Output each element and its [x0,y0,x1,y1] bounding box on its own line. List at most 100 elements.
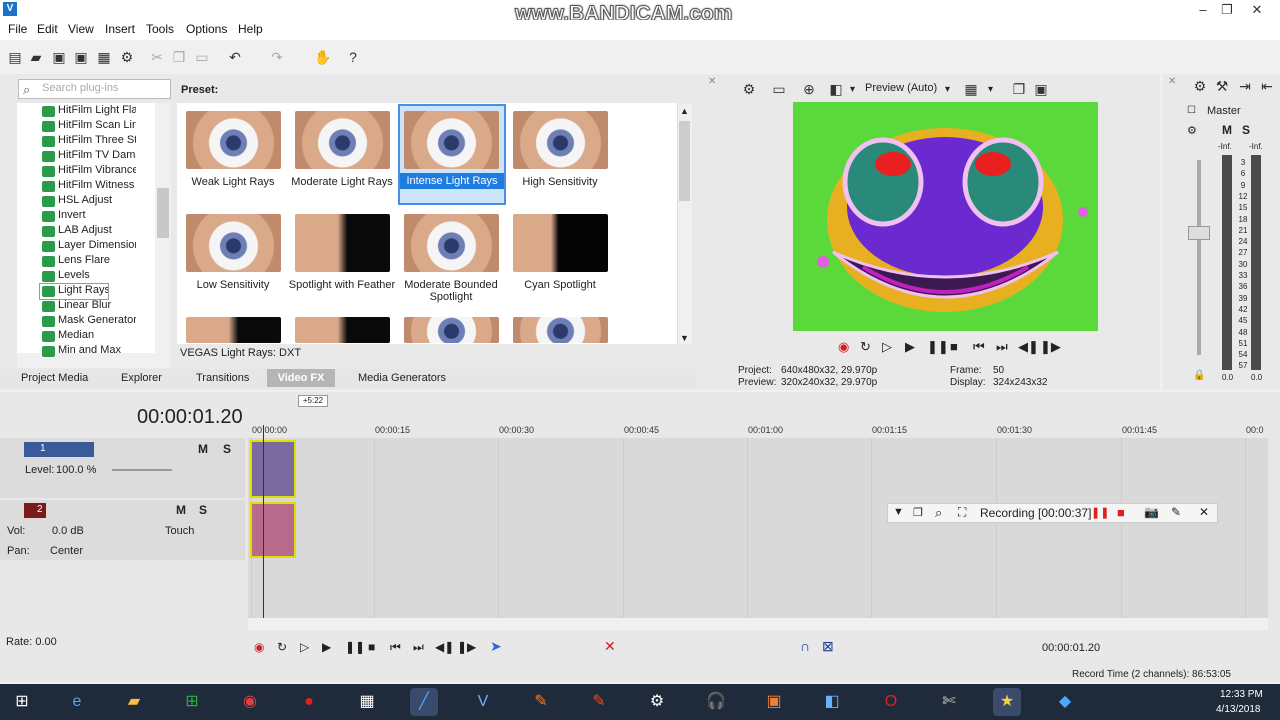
opera-icon[interactable]: O [877,688,905,716]
auto-ripple-icon[interactable]: ⊠ [822,638,834,655]
bus-dock-icon[interactable]: ⇤ [1258,77,1276,95]
pencil-icon[interactable]: ✎ [1171,505,1181,519]
menu-help[interactable]: Help [238,22,263,36]
vegas-movie-icon[interactable]: V [469,688,497,716]
start-icon[interactable]: ⊞ [8,688,36,716]
timeline-hscroll[interactable] [248,618,1268,630]
preset-label[interactable]: High Sensitivity [505,176,615,188]
save-as-icon[interactable]: ▣ [72,48,90,66]
paste-icon[interactable]: ▭ [193,48,211,66]
headphones-icon[interactable]: 🎧 [702,688,730,716]
menu-options[interactable]: Options [186,22,227,36]
chevron-down-icon[interactable]: ▾ [945,84,950,95]
plugin-item[interactable]: Min and Max [40,344,136,359]
preset-thumbnail[interactable] [404,214,499,272]
go-to-start-icon[interactable]: ⏮ [973,339,985,355]
preview-device-icon[interactable]: ▭ [770,80,788,98]
track-2-mute[interactable]: M [176,503,186,517]
bus-route-icon[interactable]: ⇥ [1236,77,1254,95]
file-explorer-icon[interactable]: ▰ [120,688,148,716]
loop-icon[interactable]: ↻ [277,640,287,654]
copy-icon[interactable]: ❐ [170,48,188,66]
plugin-item[interactable]: Linear Blur [40,299,136,314]
master-fader-handle[interactable] [1188,226,1210,240]
preset-label[interactable]: Moderate Light Rays [287,176,397,188]
scroll-down-icon[interactable]: ▼ [680,333,689,343]
play-from-start-icon[interactable]: ▷ [300,640,309,654]
menu-view[interactable]: View [68,22,94,36]
preset-thumbnail[interactable] [186,317,281,343]
pause-icon[interactable]: ❚❚ [927,339,949,355]
app-icon-3[interactable]: ◧ [818,688,846,716]
save-icon[interactable]: ▣ [50,48,68,66]
copy-snapshot-icon[interactable]: ❐ [1010,80,1028,98]
plugin-item[interactable]: Levels [40,269,136,284]
preset-selected-label[interactable]: Intense Light Rays [400,173,504,189]
preset-thumbnail[interactable] [513,214,608,272]
tab-media-generators[interactable]: Media Generators [358,370,446,386]
preset-label[interactable]: Spotlight with Feather [287,279,397,291]
menu-insert[interactable]: Insert [105,22,135,36]
master-fader-track[interactable] [1197,160,1201,355]
plugin-item[interactable]: Mask Generator [40,314,136,329]
cut-icon[interactable]: ✂ [148,48,166,66]
preset-thumbnail[interactable] [186,111,281,169]
preset-thumbnail[interactable] [295,317,390,343]
play-from-start-icon[interactable]: ▷ [882,339,892,355]
chevron-down-icon[interactable]: ▾ [850,84,855,95]
app-icon[interactable]: V [3,2,17,16]
app-icon-5[interactable]: ◆ [1051,688,1079,716]
tab-explorer[interactable]: Explorer [121,370,162,386]
preview-settings-icon[interactable]: ⚙ [740,80,758,98]
clock-time[interactable]: 12:33 PM [1220,689,1263,700]
save-snapshot-icon[interactable]: ▣ [1032,80,1050,98]
panel-close-icon[interactable]: ✕ [1168,76,1176,87]
stop-recording-icon[interactable]: ■ [1117,505,1125,520]
plugin-item[interactable]: HitFilm TV Damage [40,149,136,164]
bandicam-icon[interactable]: ● [295,688,323,716]
timeline-timecode[interactable]: 00:00:01.20 [137,406,243,429]
split-screen-icon[interactable]: ⊕ [800,80,818,98]
app-icon-4[interactable]: ✄ [935,688,963,716]
prev-frame-icon[interactable]: ◀❚ [435,640,454,654]
plugin-tree-scroll-thumb[interactable] [157,188,169,238]
plugin-item[interactable]: Lens Flare [40,254,136,269]
chevron-down-icon[interactable]: ▼ [893,506,904,518]
loop-icon[interactable]: ↻ [860,339,871,355]
camera-icon[interactable]: 📷 [1144,505,1159,519]
new-icon[interactable]: ▤ [6,48,24,66]
open-icon[interactable]: ▰ [27,48,45,66]
star-icon[interactable]: ★ [993,688,1021,716]
track-1-level-slider[interactable] [112,469,172,471]
stop-icon[interactable]: ■ [368,640,375,654]
video-clip[interactable] [250,440,296,498]
preset-thumbnail[interactable] [404,111,499,169]
track-1-mute[interactable]: M [198,442,208,456]
preset-thumbnail[interactable] [186,214,281,272]
track-2-automation-mode[interactable]: Touch [165,525,194,537]
track-2-solo[interactable]: S [199,503,207,517]
go-to-end-icon[interactable]: ⏭ [413,640,424,655]
close-icon[interactable]: ✕ [1199,505,1209,519]
preset-thumbnail[interactable] [295,111,390,169]
render-icon[interactable]: ▦ [95,48,113,66]
solo-button[interactable]: S [1242,123,1250,137]
track-1-solo[interactable]: S [223,442,231,456]
undo-icon[interactable]: ↶ [226,48,244,66]
next-frame-icon[interactable]: ❚▶ [457,640,476,654]
preset-label[interactable]: Cyan Spotlight [505,279,615,291]
normal-edit-tool-icon[interactable]: ➤ [490,638,502,655]
region-icon[interactable]: ⛶ [958,505,966,520]
app-icon-2[interactable]: ▣ [760,688,788,716]
movie-icon[interactable]: ▦ [353,688,381,716]
preview-mode-select[interactable]: Preview (Auto) [865,82,937,94]
plugin-item[interactable]: Median [40,329,136,344]
preset-label[interactable]: Low Sensitivity [178,279,288,291]
close-button[interactable]: ✕ [1234,0,1280,20]
stop-icon[interactable]: ■ [950,339,958,354]
tab-project-media[interactable]: Project Media [21,370,88,386]
pause-recording-icon[interactable]: ❚❚ [1091,506,1109,519]
properties-icon[interactable]: ⚙ [118,48,136,66]
go-to-start-icon[interactable]: ⏮ [390,640,401,655]
paint-icon[interactable]: ✎ [527,688,555,716]
